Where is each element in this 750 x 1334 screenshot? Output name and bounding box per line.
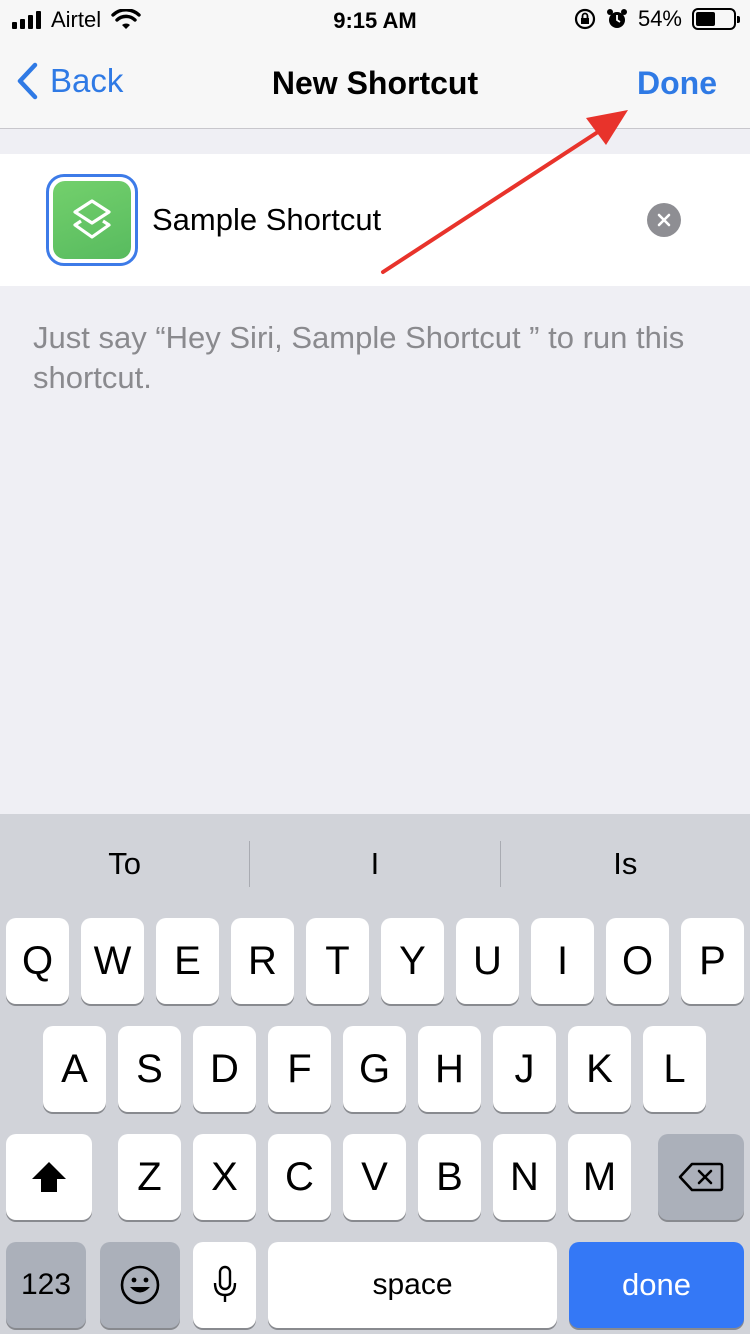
key-p[interactable]: P — [681, 918, 744, 1004]
key-r[interactable]: R — [231, 918, 294, 1004]
key-u[interactable]: U — [456, 918, 519, 1004]
key-n[interactable]: N — [493, 1134, 556, 1220]
key-a[interactable]: A — [43, 1026, 106, 1112]
key-d[interactable]: D — [193, 1026, 256, 1112]
emoji-key[interactable] — [100, 1242, 180, 1328]
key-x[interactable]: X — [193, 1134, 256, 1220]
shortcut-icon-button[interactable] — [46, 174, 138, 266]
suggestion-2[interactable]: I — [250, 846, 499, 882]
key-e[interactable]: E — [156, 918, 219, 1004]
suggestion-3[interactable]: Is — [501, 846, 750, 882]
emoji-icon — [120, 1265, 160, 1305]
shift-icon — [32, 1162, 66, 1192]
navigation-bar: Back New Shortcut Done — [0, 40, 750, 129]
backspace-icon — [678, 1162, 724, 1192]
key-i[interactable]: I — [531, 918, 594, 1004]
shift-key[interactable] — [6, 1134, 92, 1220]
key-w[interactable]: W — [81, 918, 144, 1004]
shortcuts-app-icon — [53, 181, 131, 259]
key-c[interactable]: C — [268, 1134, 331, 1220]
shortcut-name-field[interactable] — [152, 200, 622, 240]
key-m[interactable]: M — [568, 1134, 631, 1220]
battery-percent: 54% — [637, 6, 682, 31]
key-t[interactable]: T — [306, 918, 369, 1004]
orientation-lock-icon — [574, 8, 596, 30]
dictation-key[interactable] — [193, 1242, 256, 1328]
predictive-bar: To I Is — [0, 814, 750, 914]
clear-icon — [657, 213, 671, 227]
key-h[interactable]: H — [418, 1026, 481, 1112]
key-g[interactable]: G — [343, 1026, 406, 1112]
backspace-key[interactable] — [658, 1134, 744, 1220]
key-v[interactable]: V — [343, 1134, 406, 1220]
key-l[interactable]: L — [643, 1026, 706, 1112]
battery-level-fill — [696, 12, 716, 26]
status-bar: Airtel 9:15 AM 54% — [0, 0, 750, 40]
siri-hint-text: Just say “Hey Siri, Sample Shortcut ” to… — [33, 320, 685, 395]
numbers-key[interactable]: 123 — [6, 1242, 86, 1328]
suggestion-1[interactable]: To — [0, 846, 249, 882]
clear-text-button[interactable] — [647, 203, 681, 237]
keyboard-done-key[interactable]: done — [569, 1242, 744, 1328]
key-f[interactable]: F — [268, 1026, 331, 1112]
alarm-icon — [606, 9, 627, 28]
key-o[interactable]: O — [606, 918, 669, 1004]
microphone-icon — [213, 1265, 236, 1302]
key-z[interactable]: Z — [118, 1134, 181, 1220]
shortcut-name-row — [0, 154, 750, 286]
battery-icon — [692, 8, 740, 30]
status-right: 54% — [574, 6, 740, 32]
key-b[interactable]: B — [418, 1134, 481, 1220]
key-k[interactable]: K — [568, 1026, 631, 1112]
key-j[interactable]: J — [493, 1026, 556, 1112]
done-button[interactable]: Done — [637, 65, 717, 102]
key-q[interactable]: Q — [6, 918, 69, 1004]
space-key[interactable]: space — [268, 1242, 557, 1328]
key-y[interactable]: Y — [381, 918, 444, 1004]
key-s[interactable]: S — [118, 1026, 181, 1112]
keyboard: To I Is Q W E R T Y U I O P A S D F G H … — [0, 814, 750, 1334]
